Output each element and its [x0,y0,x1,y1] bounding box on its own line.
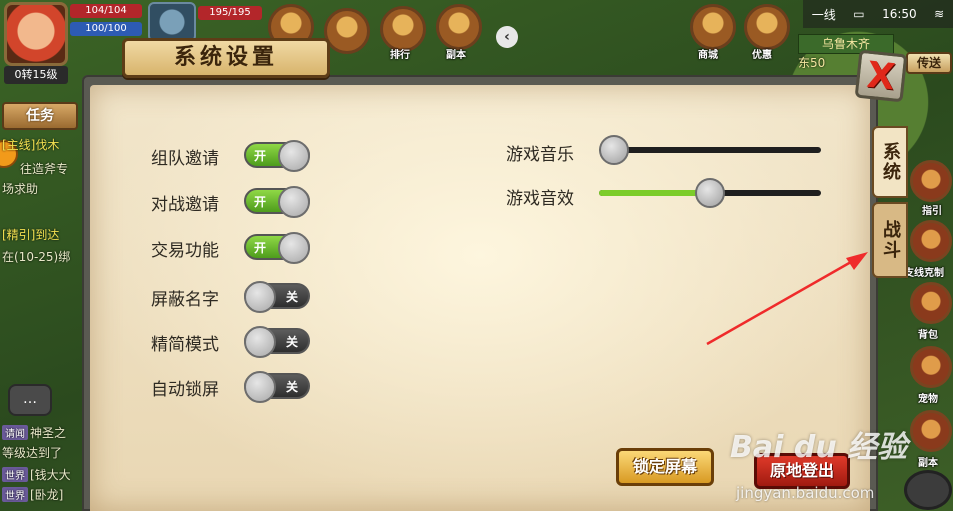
music-slider-knob[interactable] [599,135,629,165]
chat-message-4: 世界 [卧龙] [2,486,63,503]
watermark-url: jingyan.baidu.com [736,484,875,502]
server-line: 一线 [811,7,836,22]
sfx-label: 游戏音效 [506,189,574,209]
teleport-button[interactable]: 传送 [906,52,952,74]
setting-toggle[interactable]: 关 [244,326,310,358]
music-slider[interactable] [599,135,821,165]
chat-message-3: 世界 [钱大大 [2,466,71,483]
toggle-knob [278,232,310,264]
player-avatar[interactable] [4,2,68,66]
pet-hp-bar: 195/195 [198,6,262,20]
toggle-state-text: 开 [254,195,267,209]
clock-text: 16:50 [882,7,917,21]
watermark-logo: Bai du 经验 [730,430,908,465]
battery-icon: ▭ [853,7,865,21]
counter-icon[interactable] [910,220,952,262]
guide-icon[interactable] [910,160,952,202]
tab-system[interactable]: 系统 [872,126,908,198]
task-button[interactable]: 任务 [2,102,78,130]
toggle-knob [244,281,276,313]
chat-message-2: 等级达到了 [2,446,63,460]
toggle-knob [244,371,276,403]
pet-menu-label: 宠物 [918,394,938,405]
toggle-knob [244,326,276,358]
setting-label: 屏蔽名字 [151,290,219,310]
close-button[interactable]: X [854,49,908,103]
discount-icon[interactable] [744,4,790,50]
toggle-knob [278,140,310,172]
shop-label: 商城 [698,50,718,61]
setting-toggle[interactable]: 关 [244,371,310,403]
dungeon-icon[interactable] [436,4,482,50]
dungeon-side-label: 副本 [918,458,938,469]
dungeon-side-icon[interactable] [910,410,952,452]
collapse-arrow-icon[interactable]: ‹ [496,26,518,48]
chat-text: [钱大大 [30,468,71,482]
tab-battle[interactable]: 战斗 [872,202,908,278]
setting-label: 对战邀请 [151,195,219,215]
channel-tag: 请闻 [2,425,28,440]
discount-label: 优惠 [752,50,772,61]
channel-tag: 世界 [2,487,28,502]
sfx-slider-fill [599,190,710,196]
map-coords: 东50 [798,56,826,70]
sfx-slider[interactable] [599,178,821,208]
wifi-icon: ≋ [934,7,945,21]
chat-bubble-icon[interactable]: … [8,384,52,416]
lock-screen-button[interactable]: 锁定屏幕 [616,448,714,486]
setting-label: 组队邀请 [151,149,219,169]
toggle-state-text: 开 [254,149,267,163]
toggle-state-text: 关 [285,380,298,394]
pet-menu-icon[interactable] [910,346,952,388]
shop-icon[interactable] [690,4,736,50]
guide-label: 指引 [922,206,942,217]
close-icon: X [864,54,897,99]
quest-line-3: 场求助 [2,182,39,196]
counter-label: 支线克制 [904,268,944,279]
setting-toggle[interactable]: 开 [244,232,310,264]
quest-line-5: 在(10-25)绑 [2,250,71,264]
quest-line-2: 往造斧专 [20,162,69,176]
chat-text: 神圣之 [30,426,67,440]
hp-bar: 104/104 [70,4,142,18]
setting-label: 自动锁屏 [151,380,219,400]
chat-message-1: 请闻 神圣之 [2,424,66,441]
bag-icon[interactable] [910,282,952,324]
dungeon-label: 副本 [446,50,466,61]
ranking-label: 排行 [390,50,410,61]
toggle-state-text: 开 [254,241,267,255]
setting-label: 交易功能 [151,241,219,261]
player-level: 0转15级 [4,66,68,84]
setting-toggle[interactable]: 开 [244,186,310,218]
channel-tag: 世界 [2,467,28,482]
dialog-title: 系统设置 [122,38,330,78]
quest-line-1[interactable]: [主线]伐木 [2,136,59,153]
toggle-knob [278,186,310,218]
sfx-slider-knob[interactable] [695,178,725,208]
quest-line-4[interactable]: [精引]到达 [2,226,59,243]
chat-text: [卧龙] [30,488,64,502]
bag-label: 背包 [918,330,938,341]
music-label: 游戏音乐 [506,145,574,165]
pet-avatar[interactable] [148,2,196,42]
top-icon-2[interactable] [324,8,370,54]
setting-toggle[interactable]: 开 [244,140,310,172]
setting-toggle[interactable]: 关 [244,281,310,313]
status-bar: 一线 ▭ 16:50 ≋ [803,0,953,28]
toggle-state-text: 关 [285,290,298,304]
setting-label: 精简模式 [151,335,219,355]
mp-bar: 100/100 [70,22,142,36]
refresh-icon[interactable] [904,470,952,510]
toggle-state-text: 关 [285,335,298,349]
